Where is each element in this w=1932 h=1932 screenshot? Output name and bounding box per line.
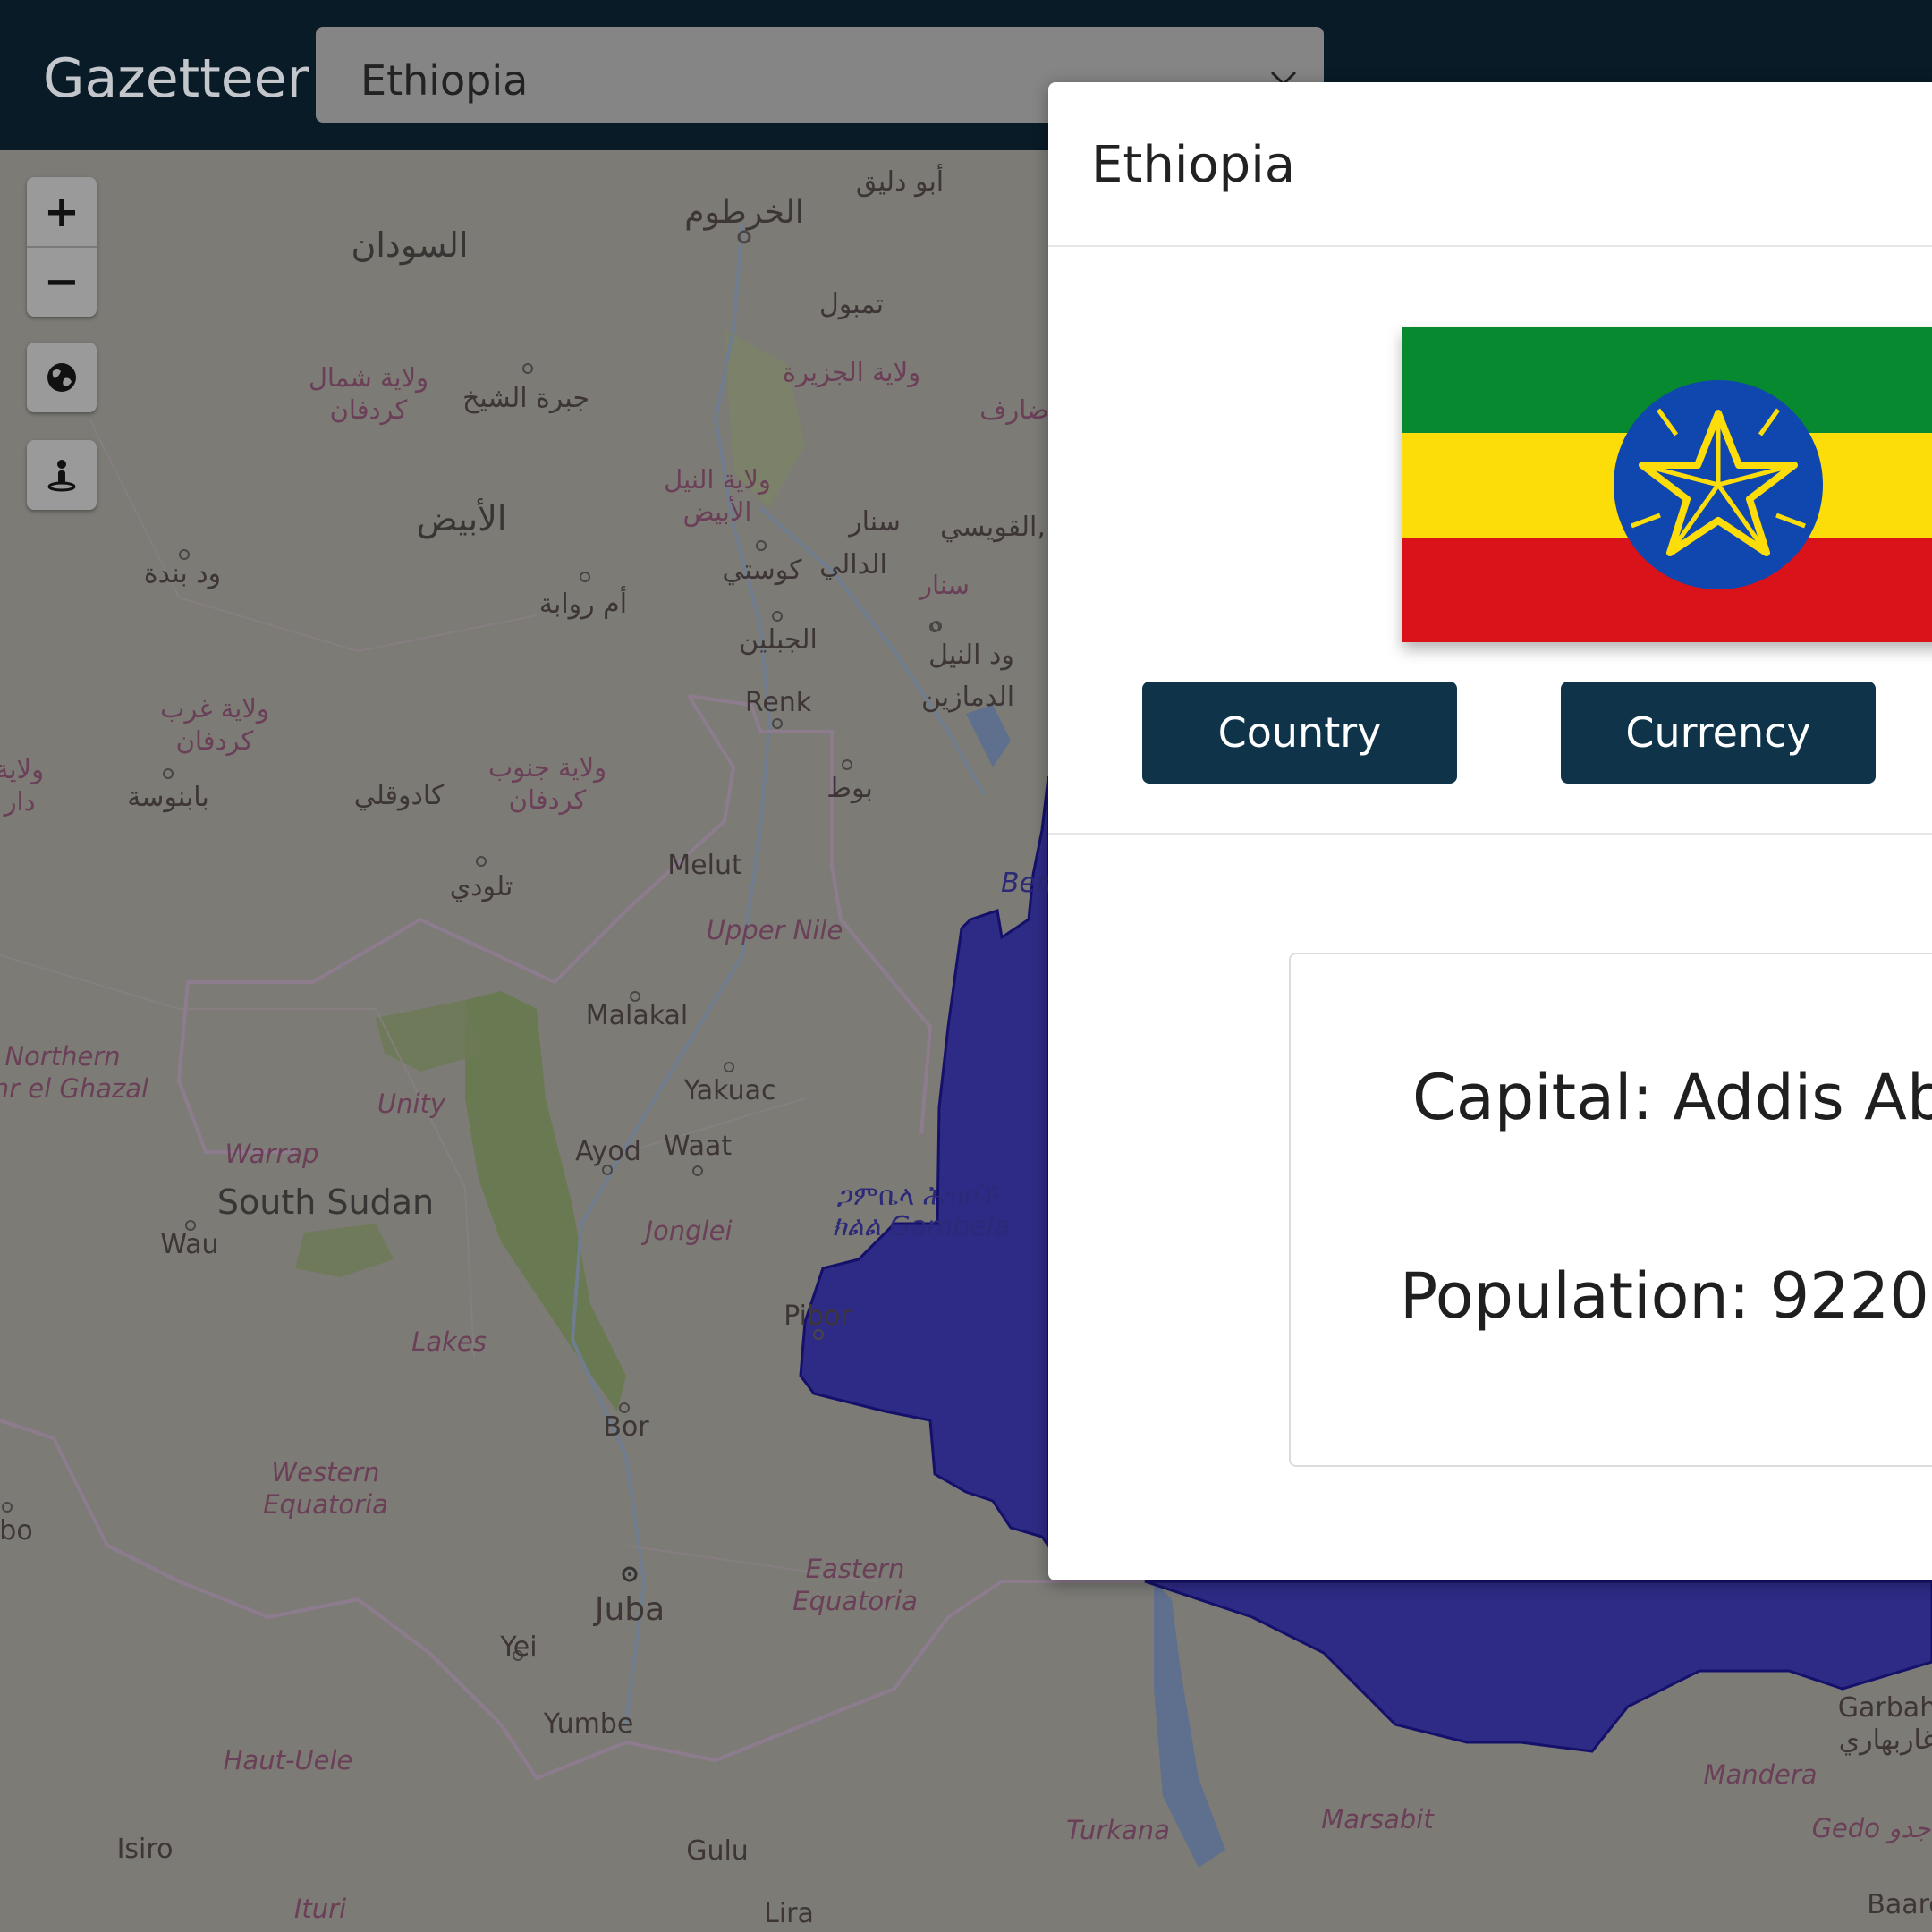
map-label-upper-nile: Upper Nile [706, 915, 843, 945]
map-label-talodi: تلودي [449, 871, 513, 902]
map-label-northern-bahr: Northern ahr el Ghazal [0, 1041, 149, 1104]
map-label-benishangul: Ben [1000, 868, 1054, 899]
map-label-guweisi: القويسي, [940, 512, 1046, 543]
country-flag [1402, 327, 1932, 642]
map-label-wau: Wau [160, 1229, 219, 1260]
map-label-isiro: Isiro [116, 1834, 174, 1865]
map-label-sudan: السودان [351, 225, 469, 265]
country-info-modal: Ethiopia Country Currency Capital: Addis… [1048, 82, 1932, 1580]
zoom-in-button[interactable]: + [27, 177, 97, 248]
country-select-value: Ethiopia [360, 56, 529, 105]
map-label-jebra-el-sheikh: جبرة الشيخ [462, 383, 590, 414]
map-label-south-kordofan: ولاية جنوب كردفان [487, 752, 607, 815]
map-label-kadugli: كادوقلي [353, 780, 445, 811]
capital-text: Capital: Addis Aba [1412, 1061, 1932, 1134]
zoom-out-button[interactable]: − [27, 247, 97, 316]
map-label-el-obeid: الأبيض [416, 499, 507, 538]
map-label-unity: Unity [377, 1089, 446, 1119]
map-label-lira: Lira [764, 1898, 814, 1929]
map-label-khartoum: الخرطوم [684, 194, 804, 231]
map-label-yumbe: Yumbe [543, 1708, 634, 1740]
map-label-gulu: Gulu [686, 1835, 749, 1867]
map-label-abu-deleig: أبو دليق [855, 166, 945, 198]
map-label-babanusa: بابنوسة [127, 782, 209, 813]
map-label-kosti: كوستي [722, 555, 802, 586]
map-label-marsabit: Marsabit [1321, 1804, 1434, 1835]
map-label-yei: Yei [500, 1631, 538, 1663]
map-label-garbaharey: Garbah غاربهاري [1837, 1692, 1932, 1756]
country-info-card: Capital: Addis Aba Population: 92206 [1289, 953, 1932, 1467]
map-label-ituri: Ituri [293, 1894, 347, 1924]
map-label-gedaref: ضارف [979, 394, 1049, 425]
map-label-wad-banda: ود بندة [143, 558, 222, 589]
map-label-gezira: ولاية الجزيرة [782, 357, 921, 387]
globe-icon [47, 363, 76, 392]
map-label-sennar-state: سنار [919, 570, 970, 600]
map-label-waat: Waat [663, 1131, 733, 1162]
map-label-turkana: Turkana [1066, 1815, 1170, 1845]
modal-title: Ethiopia [1091, 136, 1296, 194]
map-label-yakuac: Yakuac [683, 1075, 776, 1106]
map-label-um-rawaba: أم روابة [538, 589, 628, 620]
map-label-mandera: Mandera [1703, 1759, 1818, 1790]
map-label-renk: Renk [744, 687, 812, 718]
map-label-dali: الدالي [819, 549, 887, 580]
map-label-baardheere: Baarc [1867, 1889, 1932, 1920]
map-label-jonglei: Jonglei [645, 1216, 733, 1246]
map-label-jebelein: الجبلين [739, 624, 818, 656]
brand-title[interactable]: Gazetteer [43, 45, 309, 113]
globe-button[interactable] [27, 343, 97, 412]
map-label-south-sudan: South Sudan [216, 1182, 435, 1222]
location-button[interactable] [27, 440, 97, 510]
map-label-ayod: Ayod [575, 1136, 641, 1167]
map-label-western-equatoria: Western Equatoria [263, 1457, 388, 1520]
map-label-gambela-amharic: ጋምቤላ ሕዝቦች [836, 1181, 999, 1212]
map-label-bor: Bor [603, 1411, 649, 1443]
map-label-wad-el-nil: ود النيل [928, 640, 1014, 671]
map-label-haut-uele: Haut-Uele [223, 1745, 353, 1775]
map-label-west-kordofan: ولاية غرب كردفان [160, 693, 269, 756]
map-label-gedo: Gedo جدو [1811, 1813, 1931, 1843]
map-label-eastern-equatoria: Eastern Equatoria [792, 1554, 918, 1616]
map-label-tamboul: تمبول [818, 289, 885, 320]
zoom-control: + − [27, 177, 97, 317]
modal-divider [1048, 833, 1932, 835]
country-button[interactable]: Country [1142, 682, 1457, 784]
map-label-white-nile: ولاية النيل الأبيض [664, 464, 771, 527]
map-label-damazin: الدمازين [920, 682, 1015, 713]
map-label-sennar: سنار [849, 506, 901, 538]
modal-header: Ethiopia [1048, 82, 1932, 247]
currency-button[interactable]: Currency [1561, 682, 1876, 784]
person-location-icon [47, 460, 76, 492]
map-label-north-kordofan: ولاية شمال كردفان [308, 362, 429, 425]
map-label-warrap: Warrap [225, 1139, 319, 1169]
map-label-boot: بوط [826, 773, 873, 804]
map-label-gambela: ክልል Gambela [832, 1211, 1011, 1242]
map-label-pibor: Pibor [784, 1301, 852, 1332]
map-label-lakes: Lakes [411, 1326, 487, 1357]
population-text: Population: 92206 [1400, 1259, 1932, 1333]
map-label-tambura: bo [0, 1515, 33, 1546]
map-label-melut: Melut [667, 850, 742, 881]
map-label-juba: Juba [594, 1591, 665, 1628]
map-label-darfur: ولاية دار [0, 754, 45, 817]
map-label-malakal: Malakal [585, 1000, 689, 1031]
